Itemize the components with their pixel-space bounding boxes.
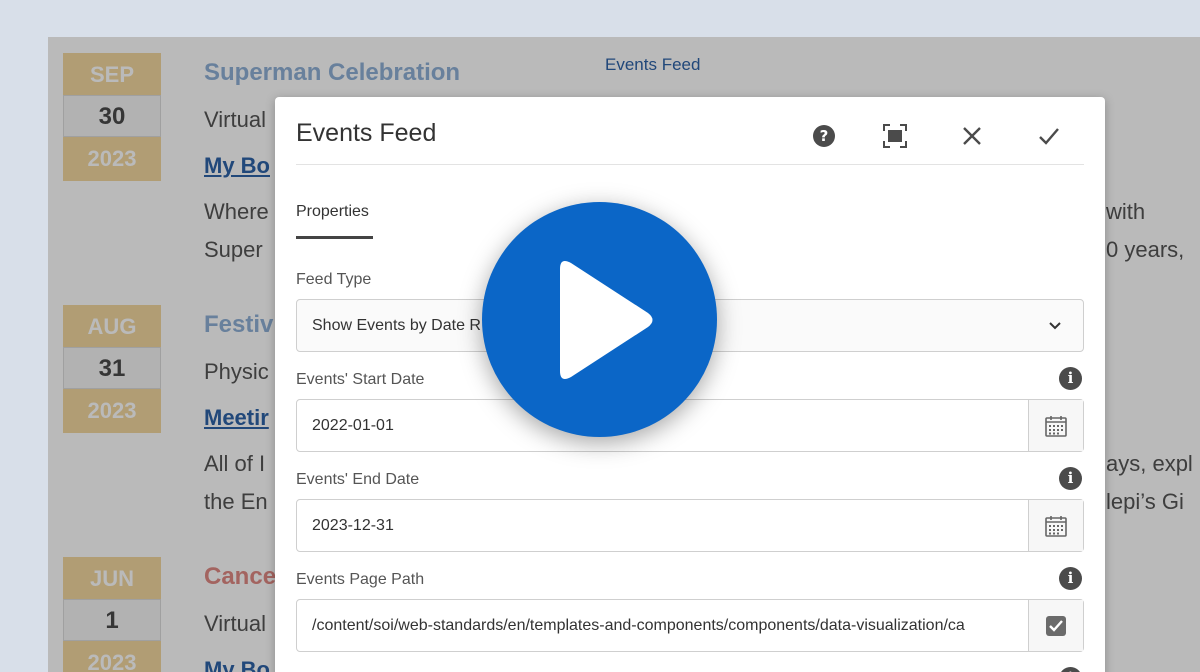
page-path-label: Events Page Path [296,571,425,588]
end-date-picker-button[interactable] [1028,500,1083,551]
play-icon [559,260,652,379]
start-date-field[interactable]: 2022-01-01 [296,399,1084,452]
start-date-label: Events' Start Date [296,371,425,388]
end-date-value: 2023-12-31 [312,517,394,534]
feed-type-label: Feed Type [296,271,372,288]
calendar-icon [1045,415,1067,437]
dialog-title: Events Feed [296,119,437,147]
checkbox-icon [1046,615,1066,636]
end-date-label: Events' End Date [296,471,420,488]
start-date-value: 2022-01-01 [312,417,394,434]
active-tab-indicator [296,236,373,239]
svg-text:?: ? [820,127,829,145]
info-icon[interactable]: i [1059,467,1082,490]
question-circle-icon: ? [813,125,835,147]
chevron-down-icon [1049,322,1061,330]
play-button[interactable] [482,202,717,437]
info-icon[interactable]: i [1059,667,1082,672]
fullscreen-icon [883,124,907,148]
page-path-value: /content/soi/web-standards/en/templates-… [312,617,965,634]
checkmark-icon [1039,128,1059,145]
end-date-field[interactable]: 2023-12-31 [296,499,1084,552]
feed-type-value: Show Events by Date R [312,317,481,334]
info-icon[interactable]: i [1059,567,1082,590]
done-button[interactable] [1036,123,1062,149]
close-icon [963,127,981,145]
header-divider [296,164,1084,165]
fullscreen-button[interactable] [882,123,908,149]
tab-properties[interactable]: Properties [296,203,369,221]
page-path-field[interactable]: /content/soi/web-standards/en/templates-… [296,599,1084,652]
help-button[interactable]: ? [811,123,837,149]
close-button[interactable] [959,123,985,149]
calendar-icon [1045,515,1067,537]
info-icon[interactable]: i [1059,367,1082,390]
start-date-picker-button[interactable] [1028,400,1083,451]
path-picker-button[interactable] [1028,600,1083,651]
